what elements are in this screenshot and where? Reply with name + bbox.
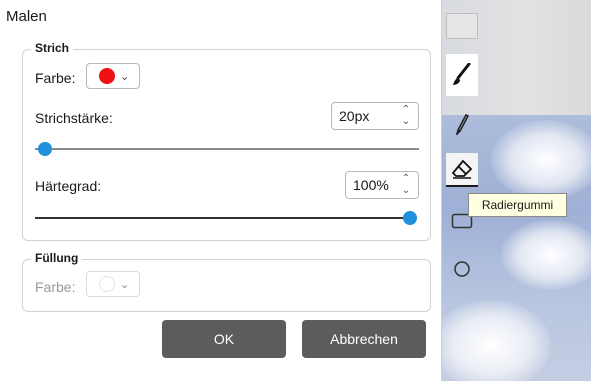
circle-tool[interactable] — [446, 253, 478, 285]
fill-color-picker: ⌄ — [86, 271, 140, 297]
pencil-tool[interactable] — [446, 108, 478, 140]
stroke-color-picker[interactable]: ⌄ — [86, 63, 140, 89]
spinner-arrows-icon[interactable]: ⌃ ⌄ — [400, 173, 412, 197]
fill-color-label: Farbe: — [35, 279, 76, 295]
cloud — [491, 120, 591, 200]
stroke-group: Strich Farbe: ⌄ Strichstärke: 20px ⌃ ⌄ Hä… — [22, 41, 431, 241]
hardness-spinner[interactable]: 100% ⌃ ⌄ — [345, 171, 419, 199]
cancel-button[interactable]: Abbrechen — [302, 320, 426, 358]
tool-palette — [441, 0, 483, 300]
fill-legend: Füllung — [31, 251, 83, 265]
cloud — [501, 220, 591, 290]
stroke-color-label: Farbe: — [35, 70, 76, 86]
hardness-slider-thumb[interactable] — [403, 211, 417, 225]
stroke-width-value: 20px — [339, 108, 370, 124]
paint-dialog: Malen Strich Farbe: ⌄ Strichstärke: 20px… — [0, 0, 442, 381]
stroke-width-label: Strichstärke: — [35, 110, 113, 126]
hardness-slider-track[interactable] — [35, 217, 413, 219]
tooltip: Radiergummi — [468, 193, 567, 217]
brush-tool[interactable] — [446, 54, 478, 96]
spinner-arrows-icon[interactable]: ⌃ ⌄ — [400, 104, 412, 128]
cloud — [441, 300, 551, 381]
fill-group: Füllung Farbe: ⌄ — [22, 251, 431, 312]
pencil-icon — [455, 113, 470, 135]
fill-color-swatch — [99, 276, 115, 292]
color-swatch[interactable] — [446, 13, 478, 39]
eraser-icon — [451, 159, 473, 179]
stroke-legend: Strich — [31, 41, 74, 55]
brush-icon — [453, 63, 471, 85]
ok-button[interactable]: OK — [162, 320, 286, 358]
hardness-label: Härtegrad: — [35, 178, 102, 194]
eraser-tool[interactable] — [446, 153, 478, 187]
stroke-width-slider-thumb[interactable] — [38, 142, 52, 156]
hardness-value: 100% — [353, 177, 389, 193]
chevron-down-icon: ⌄ — [120, 278, 130, 291]
stroke-width-slider-track[interactable] — [35, 148, 419, 150]
stroke-width-spinner[interactable]: 20px ⌃ ⌄ — [331, 102, 419, 130]
stroke-color-swatch — [99, 68, 115, 84]
circle-icon — [454, 261, 470, 277]
chevron-down-icon: ⌄ — [120, 70, 130, 83]
dialog-title: Malen — [6, 8, 47, 25]
